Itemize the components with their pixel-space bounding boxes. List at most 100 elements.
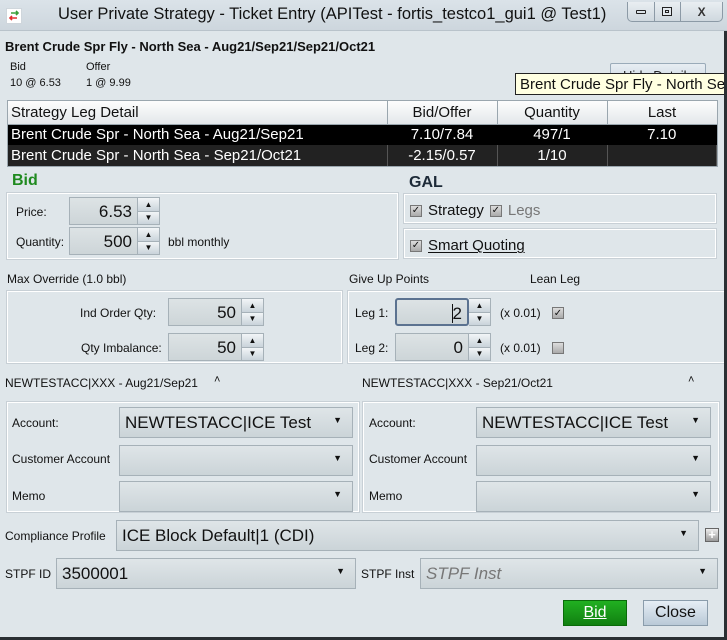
collapse-leg1-button[interactable]: ˄	[214, 374, 220, 386]
bid-value: 10 @ 6.53	[10, 77, 61, 89]
account-label: Account:	[369, 416, 416, 430]
stpf-id-value: 3500001	[62, 564, 129, 583]
column-header-last[interactable]: Last	[607, 101, 717, 125]
column-header-quantity[interactable]: Quantity	[497, 101, 608, 125]
leg1-increment-button[interactable]: ▲	[469, 299, 490, 313]
ind-order-qty-input[interactable]: 50	[168, 298, 242, 326]
table-row[interactable]: Brent Crude Spr - North Sea - Sep21/Oct2…	[8, 145, 717, 166]
customer-account-label: Customer Account	[369, 452, 468, 466]
quantity-spinner: 500 ▲ ▼	[69, 227, 160, 255]
collapse-icon: ˄	[688, 374, 695, 386]
collapse-leg2-button[interactable]: ˄	[688, 374, 694, 386]
cell-quantity: 1/10	[497, 145, 608, 166]
memo-select-leg1[interactable]: ▼	[119, 481, 353, 512]
price-label: Price:	[16, 205, 47, 219]
cell-leg-detail: Brent Crude Spr - North Sea - Sep21/Oct2…	[8, 145, 388, 166]
dropdown-arrow-icon: ▼	[691, 453, 700, 463]
cell-bid-offer: -2.15/0.57	[387, 145, 498, 166]
cell-bid-offer: 7.10/7.84	[387, 124, 497, 145]
customer-account-select-leg2[interactable]: ▼	[476, 445, 711, 476]
tooltip: Brent Crude Spr Fly - North Sea - Aug21/…	[515, 73, 727, 95]
stpf-inst-placeholder: STPF Inst	[426, 564, 502, 583]
leg1-decrement-button[interactable]: ▼	[469, 312, 490, 325]
legs-checkbox-label: Legs	[507, 202, 541, 219]
price-decrement-button[interactable]: ▼	[138, 211, 159, 224]
price-increment-button[interactable]: ▲	[138, 198, 159, 212]
ind-order-qty-increment-button[interactable]: ▲	[242, 299, 263, 313]
arrow-down-icon: ▼	[144, 213, 153, 223]
quantity-increment-button[interactable]: ▲	[138, 228, 159, 242]
qty-imbalance-increment-button[interactable]: ▲	[242, 334, 263, 348]
arrow-down-icon: ▼	[475, 349, 484, 359]
customer-account-select-leg1[interactable]: ▼	[119, 445, 353, 476]
cell-last: 7.10	[607, 124, 717, 145]
leg2-input[interactable]: 0	[395, 333, 469, 361]
dropdown-arrow-icon: ▼	[336, 566, 345, 576]
arrow-up-icon: ▲	[475, 335, 484, 345]
qty-imbalance-decrement-button[interactable]: ▼	[242, 347, 263, 360]
minimize-icon	[635, 9, 646, 14]
stpf-inst-select[interactable]: STPF Inst ▼	[420, 558, 718, 589]
dropdown-arrow-icon: ▼	[691, 489, 700, 499]
close-button-label: Close	[655, 604, 696, 621]
maximize-button[interactable]	[655, 2, 682, 21]
arrow-up-icon: ▲	[144, 199, 153, 209]
qty-imbalance-spinner: 50 ▲ ▼	[168, 333, 264, 361]
column-header-bid-offer[interactable]: Bid/Offer	[387, 101, 498, 125]
price-input[interactable]: 6.53	[69, 197, 138, 225]
leg1-lean-checkbox[interactable]: ✓	[552, 307, 564, 319]
qty-imbalance-input[interactable]: 50	[168, 333, 242, 361]
smart-quoting-checkbox[interactable]: ✓	[410, 239, 422, 252]
arrow-down-icon: ▼	[248, 314, 257, 324]
price-spinner: 6.53 ▲ ▼	[69, 197, 160, 225]
quantity-unit: bbl monthly	[168, 235, 230, 249]
close-button[interactable]: Close	[643, 600, 708, 626]
stpf-id-select[interactable]: 3500001 ▼	[56, 558, 356, 589]
minimize-button[interactable]	[628, 2, 655, 21]
bid-heading: Bid	[12, 172, 38, 189]
leg1-multiplier: (x 0.01)	[500, 306, 541, 320]
window-controls: X	[627, 2, 723, 22]
add-compliance-button[interactable]: +	[705, 528, 719, 542]
account-select-leg1[interactable]: NEWTESTACC|ICE Test ▼	[119, 407, 353, 438]
cell-quantity: 497/1	[497, 124, 607, 145]
offer-value: 1 @ 9.99	[86, 77, 131, 89]
bid-button[interactable]: Bid	[563, 600, 627, 626]
leg2-spinner: 0 ▲ ▼	[395, 333, 491, 361]
table-row[interactable]: Brent Crude Spr - North Sea - Aug21/Sep2…	[8, 124, 717, 145]
arrow-down-icon: ▼	[475, 314, 484, 324]
column-header-leg-detail[interactable]: Strategy Leg Detail	[8, 101, 388, 125]
legs-checkbox[interactable]: ✓	[489, 204, 502, 217]
quantity-input[interactable]: 500	[69, 227, 138, 255]
close-icon: X	[697, 4, 706, 19]
ind-order-qty-decrement-button[interactable]: ▼	[242, 312, 263, 325]
compliance-profile-select[interactable]: ICE Block Default|1 (CDI) ▼	[116, 520, 699, 551]
strategy-checkbox[interactable]: ✓	[410, 204, 422, 217]
smart-quoting-label: Smart Quoting	[428, 237, 525, 254]
dropdown-arrow-icon: ▼	[333, 453, 342, 463]
memo-label: Memo	[369, 489, 403, 503]
leg2-multiplier: (x 0.01)	[500, 341, 541, 355]
cell-last	[607, 145, 717, 166]
arrow-up-icon: ▲	[248, 300, 257, 310]
ind-order-qty-spinner: 50 ▲ ▼	[168, 298, 264, 326]
account-select-leg2[interactable]: NEWTESTACC|ICE Test ▼	[476, 407, 711, 438]
give-up-points-heading: Give Up Points	[349, 272, 430, 286]
arrow-down-icon: ▼	[248, 349, 257, 359]
leg2-lean-checkbox[interactable]	[552, 342, 564, 354]
close-window-button[interactable]: X	[681, 2, 722, 21]
gal-options: ✓ Strategy ✓ Legs	[410, 202, 540, 219]
leg2-increment-button[interactable]: ▲	[469, 334, 490, 348]
bid-panel	[6, 192, 399, 260]
app-icon	[6, 8, 22, 24]
memo-select-leg2[interactable]: ▼	[476, 481, 711, 512]
account-value: NEWTESTACC|ICE Test	[125, 413, 312, 432]
leg1-input[interactable]: 2	[395, 298, 469, 326]
quantity-decrement-button[interactable]: ▼	[138, 241, 159, 254]
strategy-name: Brent Crude Spr Fly - North Sea - Aug21/…	[5, 39, 376, 54]
customer-account-label: Customer Account	[12, 452, 111, 466]
account-value: NEWTESTACC|ICE Test	[482, 413, 669, 432]
leg2-decrement-button[interactable]: ▼	[469, 347, 490, 360]
lean-leg-heading: Lean Leg	[530, 272, 581, 286]
dropdown-arrow-icon: ▼	[691, 415, 700, 425]
